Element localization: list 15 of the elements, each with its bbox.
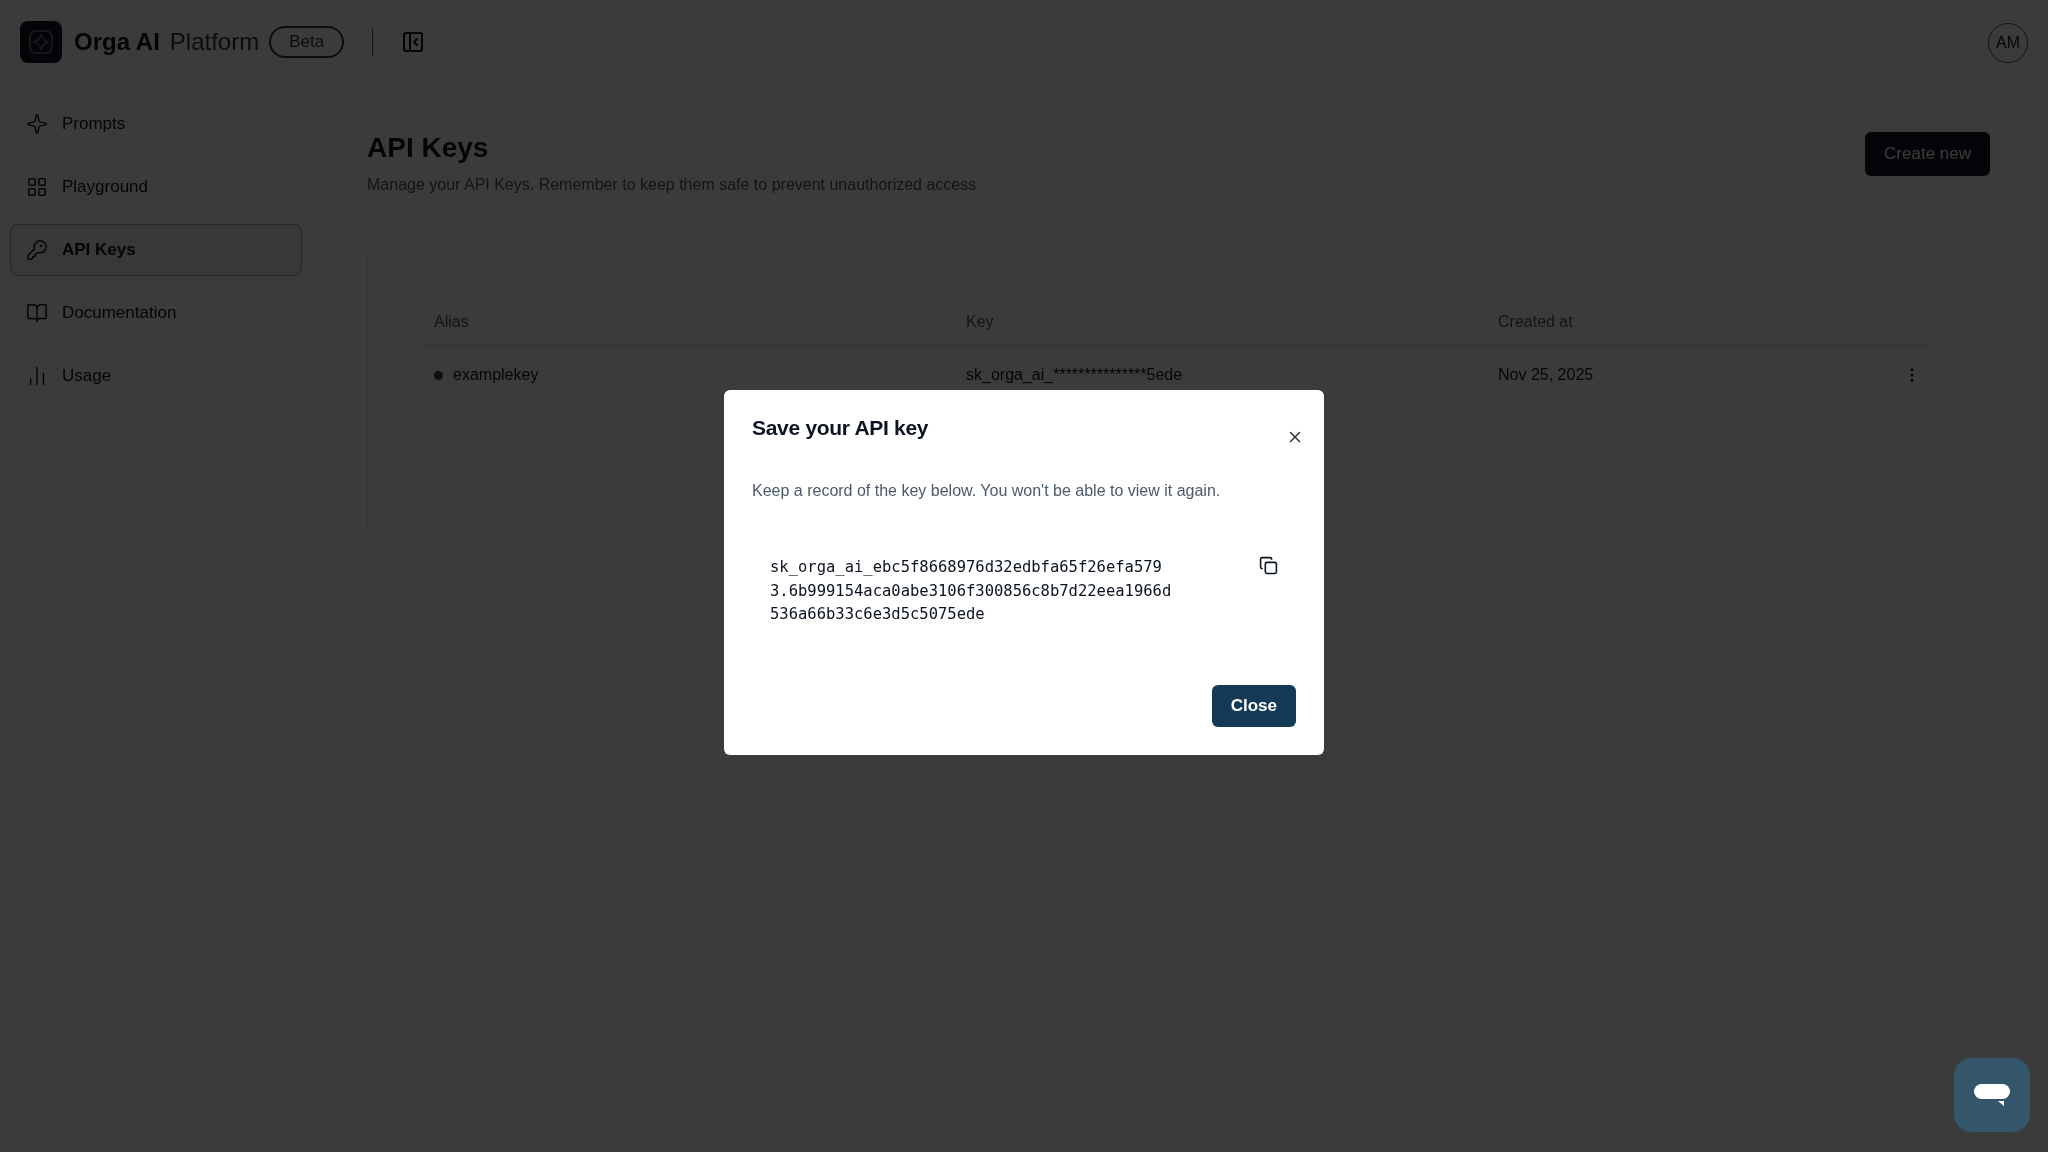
sidebar-item-label: Prompts — [62, 114, 126, 134]
page-title: API Keys — [367, 132, 490, 164]
copy-icon[interactable] — [1259, 556, 1278, 576]
chat-button[interactable] — [1954, 1058, 2030, 1132]
sidebar-item-label: Playground — [62, 177, 148, 197]
dialog-title: Save your API key — [752, 416, 930, 440]
api-key-text: sk_orga_ai_ebc5f8668976d32edbfa65f26efa579 3.6b999154aca0abe3106f300856c8b7d22eea1966d 536a66b33c6e3d5c5075ede — [770, 557, 1172, 625]
table-cell: sk_orga_ai_***************5ede — [966, 366, 1183, 384]
sidebar-item-label: Documentation — [62, 303, 177, 323]
dialog-description: Keep a record of the key below. You won't be able to view it again. — [752, 482, 1222, 500]
table-cell: examplekey — [453, 366, 539, 384]
close-button[interactable]: Close — [1211, 685, 1296, 727]
sidebar-item-label: Usage — [62, 366, 112, 386]
table-cell: Nov 25, 2025 — [1498, 366, 1594, 384]
brand-name: Orga AI — [74, 28, 160, 56]
